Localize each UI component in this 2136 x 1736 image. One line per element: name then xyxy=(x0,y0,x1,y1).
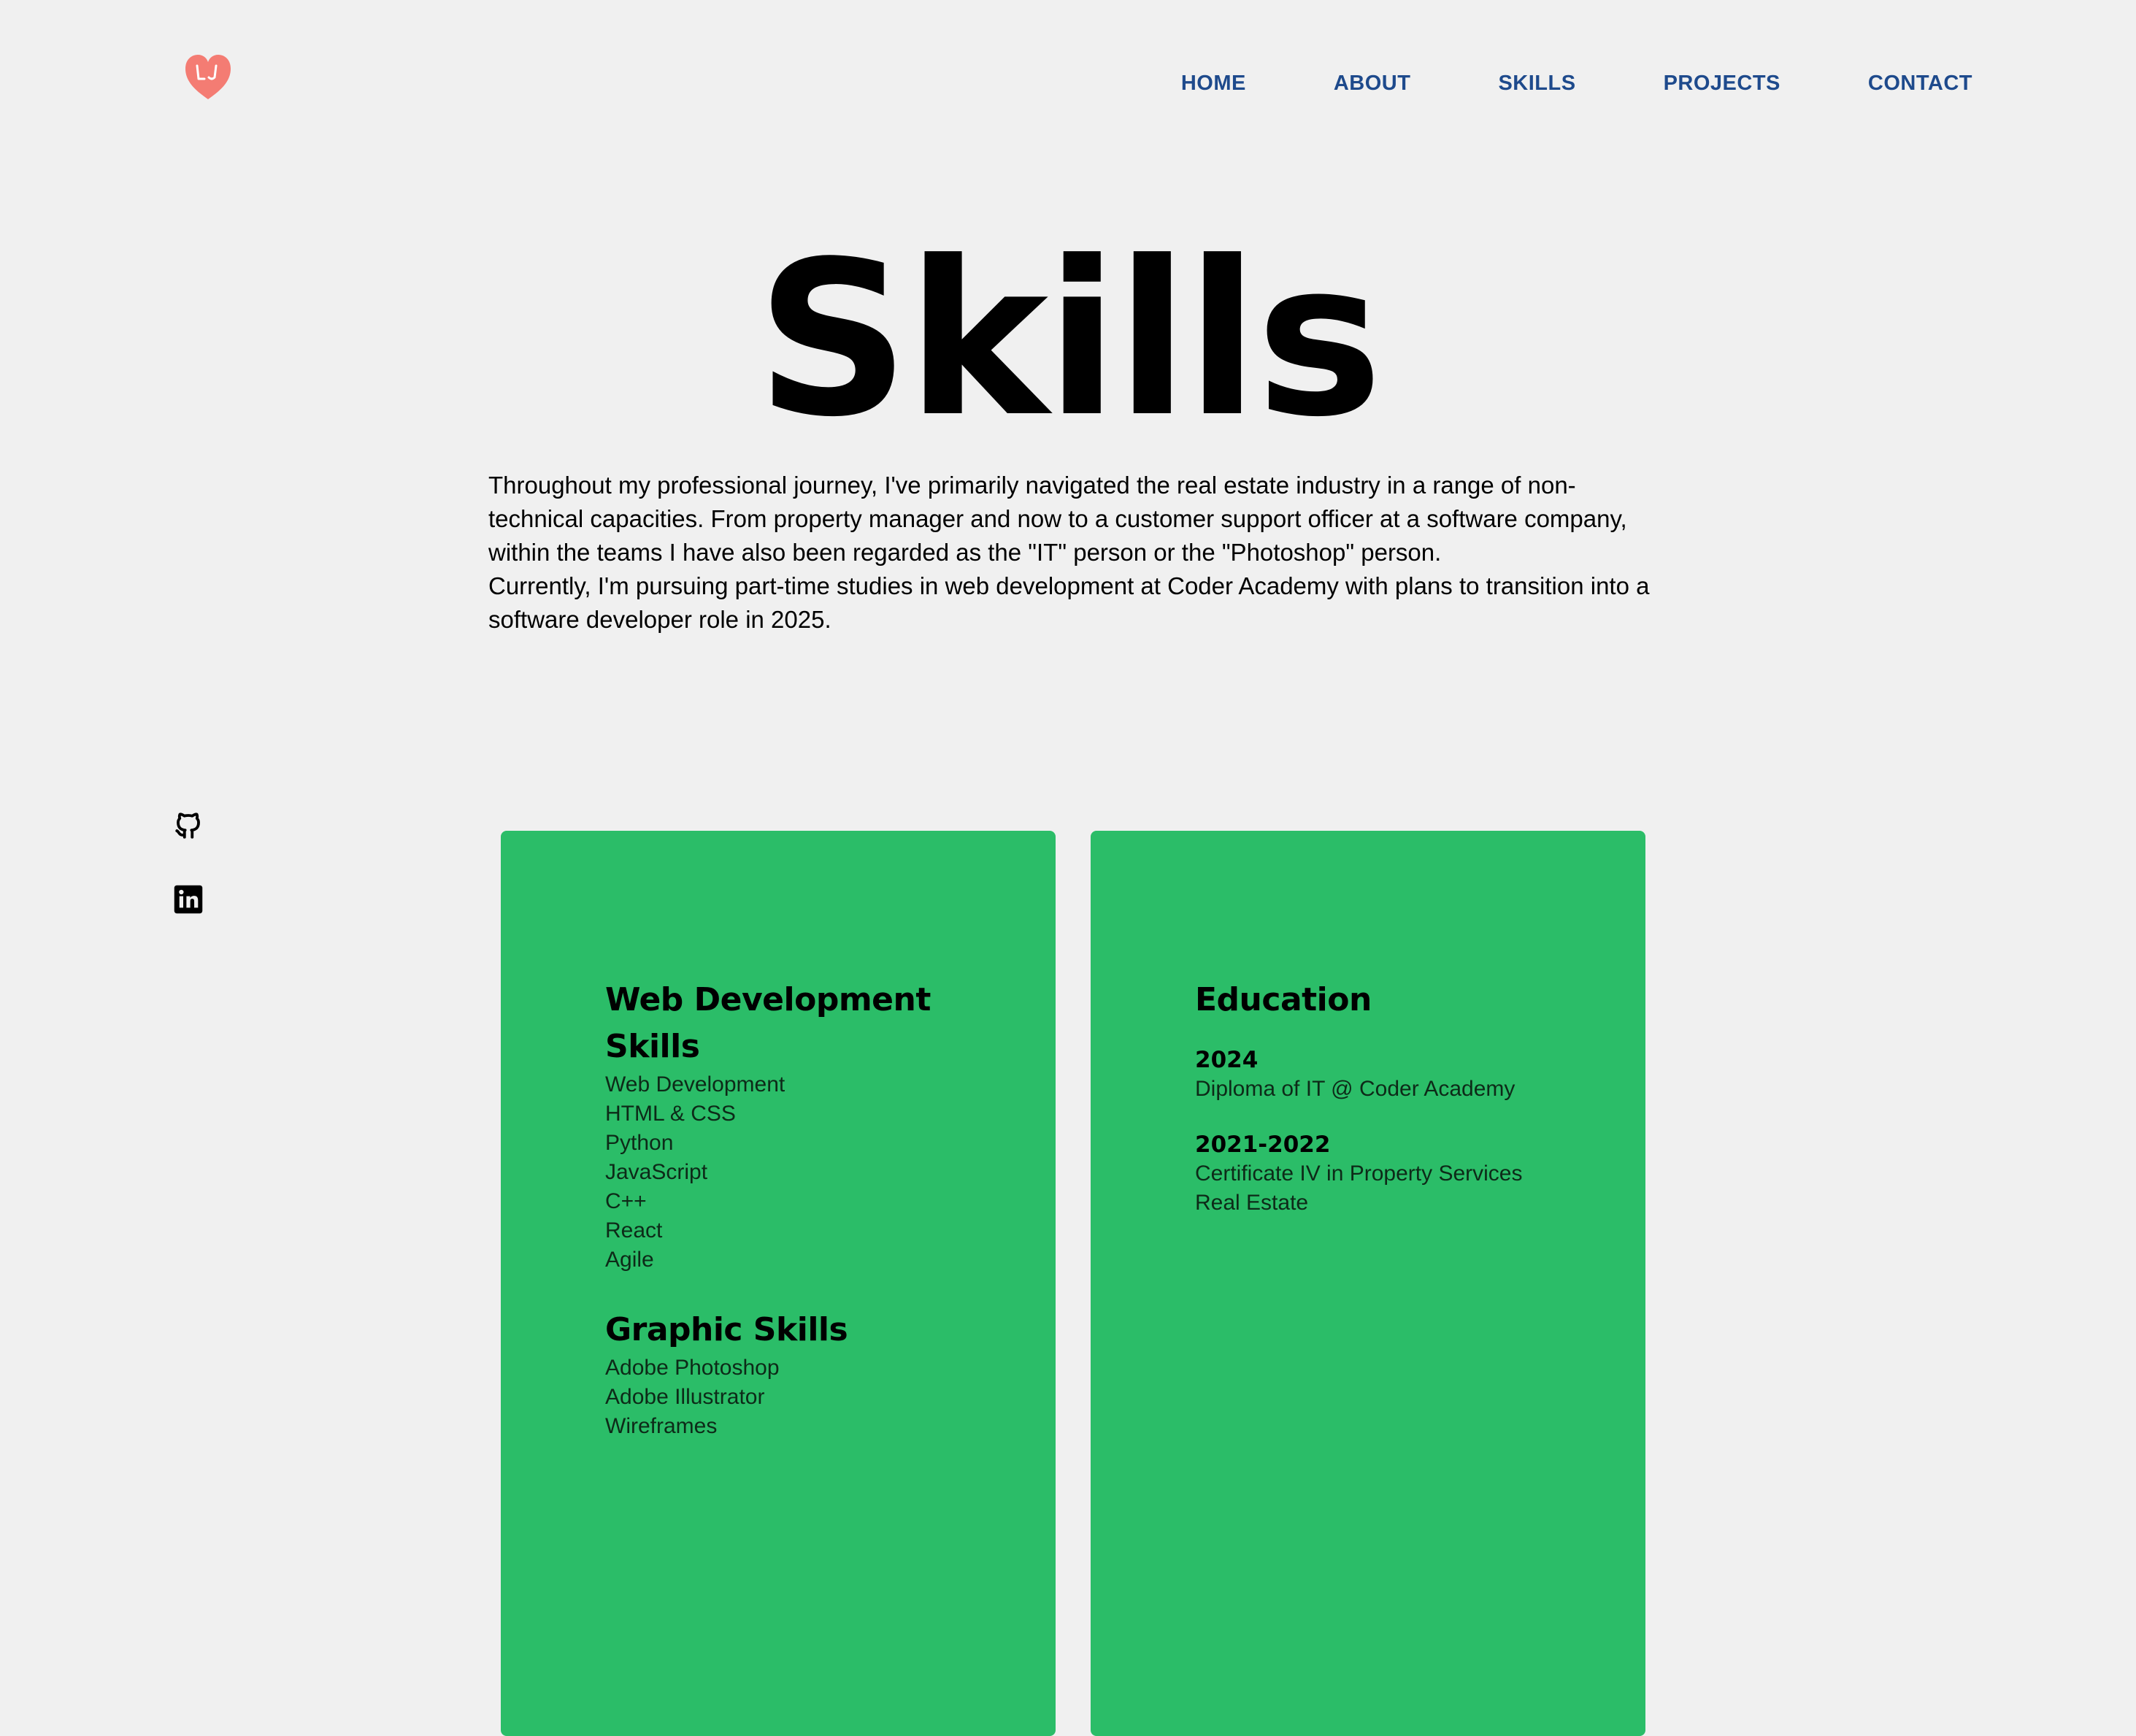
intro-paragraph: Currently, I'm pursuing part-time studie… xyxy=(488,572,1650,633)
education-year: 2021-2022 xyxy=(1195,1132,1331,1158)
web-skills-heading: Web Development Skills xyxy=(605,981,931,1065)
list-item: JavaScript xyxy=(605,1160,708,1184)
linkedin-icon[interactable] xyxy=(173,884,204,915)
nav-home[interactable]: HOME xyxy=(1181,70,1246,96)
graphic-skills-heading: Graphic Skills xyxy=(605,1311,848,1348)
education-detail: Diploma of IT @ Coder Academy xyxy=(1195,1077,1515,1101)
education-year: 2024 xyxy=(1195,1047,1259,1073)
list-item: C++ xyxy=(605,1189,647,1213)
web-skills-list: Web Development HTML & CSS Python JavaSc… xyxy=(605,1070,1014,1275)
education-card: Education 2024 Diploma of IT @ Coder Aca… xyxy=(1091,831,1645,1736)
main-nav: HOME ABOUT SKILLS PROJECTS CONTACT xyxy=(1094,70,1972,96)
education-detail: Certificate IV in Property Services xyxy=(1195,1161,1523,1186)
nav-projects[interactable]: PROJECTS xyxy=(1664,70,1780,96)
nav-about[interactable]: ABOUT xyxy=(1334,70,1411,96)
list-item: Python xyxy=(605,1131,674,1155)
education-entry: 2021-2022 Certificate IV in Property Ser… xyxy=(1195,1130,1604,1218)
heart-logo-icon[interactable] xyxy=(183,51,234,102)
github-icon[interactable] xyxy=(173,810,204,841)
list-item: Agile xyxy=(605,1248,654,1272)
nav-contact[interactable]: CONTACT xyxy=(1868,70,1972,96)
intro-text: Throughout my professional journey, I've… xyxy=(488,469,1656,637)
intro-paragraph: Throughout my professional journey, I've… xyxy=(488,472,1627,566)
nav-skills[interactable]: SKILLS xyxy=(1498,70,1575,96)
education-entry: 2024 Diploma of IT @ Coder Academy xyxy=(1195,1045,1604,1104)
list-item: Adobe Photoshop xyxy=(605,1356,780,1380)
skills-card: Web Development Skills Web Development H… xyxy=(501,831,1056,1736)
list-item: Adobe Illustrator xyxy=(605,1385,765,1409)
list-item: Wireframes xyxy=(605,1414,718,1438)
education-heading: Education xyxy=(1195,981,1372,1018)
education-detail: Real Estate xyxy=(1195,1191,1309,1215)
graphic-skills-list: Adobe Photoshop Adobe Illustrator Wirefr… xyxy=(605,1353,1014,1441)
list-item: React xyxy=(605,1218,663,1243)
page-title: Skills xyxy=(756,215,1383,464)
list-item: Web Development xyxy=(605,1072,785,1096)
list-item: HTML & CSS xyxy=(605,1102,736,1126)
